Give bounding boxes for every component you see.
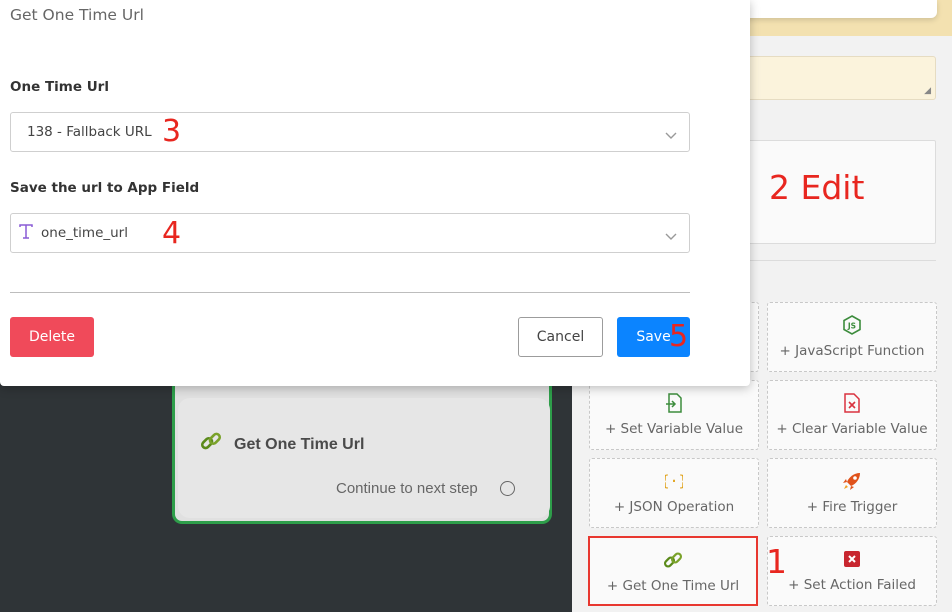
delete-button[interactable]: Delete	[10, 317, 94, 357]
tile-label: + Clear Variable Value	[776, 421, 928, 437]
annotation-1: 1	[766, 542, 787, 581]
flow-node-title: Get One Time Url	[234, 436, 365, 453]
modal-divider	[10, 292, 690, 293]
action-tile-set-action-failed[interactable]: + Set Action Failed	[767, 536, 937, 606]
text-type-icon	[19, 224, 33, 245]
app-field-select[interactable]: one_time_url	[10, 213, 690, 253]
resize-grip-icon[interactable]: ◢	[924, 86, 931, 96]
app-field-value: one_time_url	[41, 225, 128, 241]
annotation-5: 5	[669, 319, 689, 354]
flow-node-card[interactable]: Get One Time Url Continue to next step	[178, 398, 550, 518]
x-square-icon	[768, 549, 936, 569]
action-tile-javascript-function[interactable]: JS + JavaScript Function	[767, 302, 937, 372]
tile-label: + Get One Time Url	[606, 578, 740, 594]
annotation-3: 3	[162, 114, 182, 149]
link-icon	[200, 430, 222, 457]
action-tile-fire-trigger[interactable]: + Fire Trigger	[767, 458, 937, 528]
continue-label: Continue to next step	[336, 480, 478, 497]
tile-label: + Fire Trigger	[806, 499, 898, 515]
json-braces-icon: {·}	[590, 471, 758, 491]
get-one-time-url-modal: Get One Time Url One Time Url 138 - Fall…	[0, 0, 750, 386]
annotation-4: 4	[162, 216, 182, 251]
cancel-button[interactable]: Cancel	[518, 317, 603, 357]
action-tile-set-variable-value[interactable]: + Set Variable Value	[589, 380, 759, 450]
chevron-down-icon[interactable]	[665, 228, 677, 246]
tile-label: + JSON Operation	[613, 499, 735, 515]
file-import-icon	[590, 393, 758, 413]
modal-title: Get One Time Url	[10, 6, 144, 24]
flow-node-get-one-time-url[interactable]: Get One Time Url Continue to next step	[172, 386, 552, 524]
annotation-2-edit: 2 Edit	[769, 168, 865, 207]
link-icon	[590, 550, 756, 570]
js-icon: JS	[768, 315, 936, 335]
svg-text:JS: JS	[847, 322, 856, 331]
action-tile-get-one-time-url[interactable]: + Get One Time Url	[588, 536, 758, 606]
svg-text:{·}: {·}	[665, 472, 683, 490]
save-to-field-label: Save the url to App Field	[10, 180, 200, 196]
file-clear-icon	[768, 393, 936, 413]
connector-handle[interactable]	[500, 481, 515, 496]
action-tile-json-operation[interactable]: {·} + JSON Operation	[589, 458, 759, 528]
one-time-url-select[interactable]: 138 - Fallback URL	[10, 112, 690, 152]
rocket-icon	[768, 471, 936, 491]
chevron-down-icon[interactable]	[665, 127, 677, 145]
tile-label: + Set Action Failed	[788, 577, 916, 593]
tile-label: + Set Variable Value	[604, 421, 744, 437]
one-time-url-value: 138 - Fallback URL	[27, 124, 152, 140]
action-tile-clear-variable-value[interactable]: + Clear Variable Value	[767, 380, 937, 450]
one-time-url-label: One Time Url	[10, 79, 109, 95]
tile-label: + JavaScript Function	[779, 343, 925, 359]
